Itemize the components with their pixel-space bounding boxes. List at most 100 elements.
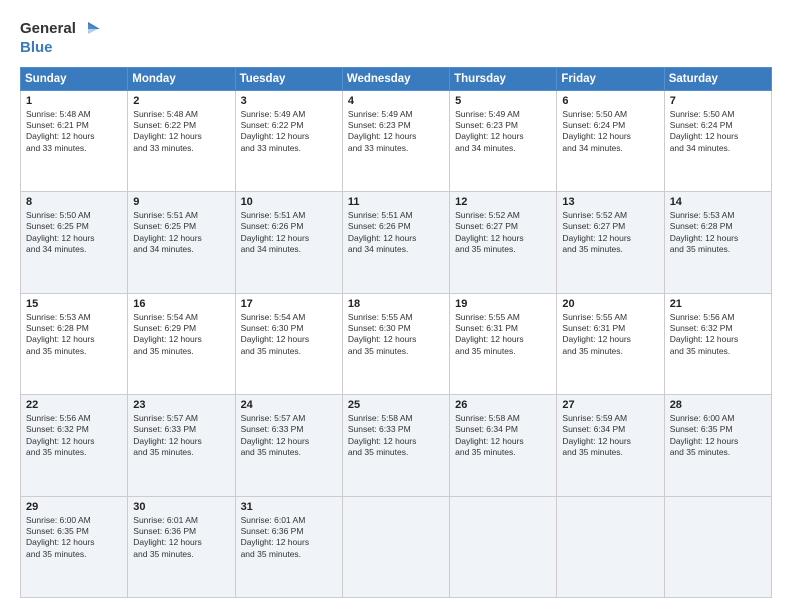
day-number: 19: [455, 298, 551, 310]
calendar-cell: 31Sunrise: 6:01 AM Sunset: 6:36 PM Dayli…: [235, 496, 342, 598]
day-info: Sunrise: 5:52 AM Sunset: 6:27 PM Dayligh…: [562, 210, 658, 256]
day-number: 7: [670, 95, 766, 107]
calendar-cell: 10 Sunrise: 5:51 AM Sunset: 6:26 PM Dayli…: [235, 192, 342, 294]
weekday-header-row: SundayMondayTuesdayWednesdayThursdayFrid…: [21, 67, 772, 90]
calendar-cell: 21 Sunrise: 5:56 AM Sunset: 6:32 PM Dayli…: [664, 293, 771, 395]
day-info: Sunrise: 5:49 AM Sunset: 6:23 PM Dayligh…: [455, 109, 551, 155]
day-number: 14: [670, 196, 766, 208]
calendar-cell: 13 Sunrise: 5:52 AM Sunset: 6:27 PM Dayli…: [557, 192, 664, 294]
logo-text-general: General: [20, 21, 76, 38]
day-number: 26: [455, 399, 551, 411]
calendar-cell: 19 Sunrise: 5:55 AM Sunset: 6:31 PM Dayli…: [450, 293, 557, 395]
weekday-header-wednesday: Wednesday: [342, 67, 449, 90]
day-number: 27: [562, 399, 658, 411]
day-info: Sunrise: 5:58 AM Sunset: 6:33 PM Dayligh…: [348, 413, 444, 459]
calendar-cell: 6 Sunrise: 5:50 AM Sunset: 6:24 PM Daylig…: [557, 90, 664, 192]
calendar-cell: 1 Sunrise: 5:48 AM Sunset: 6:21 PM Daylig…: [21, 90, 128, 192]
day-info: Sunrise: 5:56 AM Sunset: 6:32 PM Dayligh…: [670, 312, 766, 358]
calendar-cell: 15Sunrise: 5:53 AM Sunset: 6:28 PM Dayli…: [21, 293, 128, 395]
day-number: 11: [348, 196, 444, 208]
calendar-cell: 26 Sunrise: 5:58 AM Sunset: 6:34 PM Dayli…: [450, 395, 557, 497]
calendar-cell: 23Sunrise: 5:57 AM Sunset: 6:33 PM Dayli…: [128, 395, 235, 497]
calendar-cell: 2 Sunrise: 5:48 AM Sunset: 6:22 PM Daylig…: [128, 90, 235, 192]
day-info: Sunrise: 5:55 AM Sunset: 6:31 PM Dayligh…: [562, 312, 658, 358]
calendar-cell: [664, 496, 771, 598]
day-number: 6: [562, 95, 658, 107]
calendar-cell: 24Sunrise: 5:57 AM Sunset: 6:33 PM Dayli…: [235, 395, 342, 497]
weekday-header-sunday: Sunday: [21, 67, 128, 90]
day-info: Sunrise: 5:57 AM Sunset: 6:33 PM Dayligh…: [241, 413, 337, 459]
day-number: 30: [133, 501, 229, 513]
day-info: Sunrise: 5:49 AM Sunset: 6:23 PM Dayligh…: [348, 109, 444, 155]
calendar-cell: 16 Sunrise: 5:54 AM Sunset: 6:29 PM Dayli…: [128, 293, 235, 395]
day-info: Sunrise: 5:50 AM Sunset: 6:24 PM Dayligh…: [562, 109, 658, 155]
weekday-header-friday: Friday: [557, 67, 664, 90]
calendar-cell: 18 Sunrise: 5:55 AM Sunset: 6:30 PM Dayli…: [342, 293, 449, 395]
day-info: Sunrise: 5:51 AM Sunset: 6:26 PM Dayligh…: [241, 210, 337, 256]
day-info: Sunrise: 5:48 AM Sunset: 6:21 PM Dayligh…: [26, 109, 122, 155]
calendar-week-3: 15Sunrise: 5:53 AM Sunset: 6:28 PM Dayli…: [21, 293, 772, 395]
calendar-week-2: 8Sunrise: 5:50 AM Sunset: 6:25 PM Daylig…: [21, 192, 772, 294]
header: General Blue: [20, 18, 772, 57]
day-info: Sunrise: 5:51 AM Sunset: 6:25 PM Dayligh…: [133, 210, 229, 256]
calendar-cell: 20 Sunrise: 5:55 AM Sunset: 6:31 PM Dayli…: [557, 293, 664, 395]
day-number: 15: [26, 298, 122, 310]
calendar-cell: 25 Sunrise: 5:58 AM Sunset: 6:33 PM Dayli…: [342, 395, 449, 497]
calendar-cell: 14 Sunrise: 5:53 AM Sunset: 6:28 PM Dayli…: [664, 192, 771, 294]
day-number: 28: [670, 399, 766, 411]
day-number: 12: [455, 196, 551, 208]
day-number: 20: [562, 298, 658, 310]
day-info: Sunrise: 5:50 AM Sunset: 6:24 PM Dayligh…: [670, 109, 766, 155]
day-number: 9: [133, 196, 229, 208]
day-number: 13: [562, 196, 658, 208]
day-number: 10: [241, 196, 337, 208]
calendar-cell: 9 Sunrise: 5:51 AM Sunset: 6:25 PM Daylig…: [128, 192, 235, 294]
calendar-cell: 29Sunrise: 6:00 AM Sunset: 6:35 PM Dayli…: [21, 496, 128, 598]
day-number: 2: [133, 95, 229, 107]
calendar-week-1: 1 Sunrise: 5:48 AM Sunset: 6:21 PM Daylig…: [21, 90, 772, 192]
day-info: Sunrise: 6:00 AM Sunset: 6:35 PM Dayligh…: [26, 515, 122, 561]
day-info: Sunrise: 5:55 AM Sunset: 6:30 PM Dayligh…: [348, 312, 444, 358]
day-info: Sunrise: 5:49 AM Sunset: 6:22 PM Dayligh…: [241, 109, 337, 155]
calendar-cell: 3 Sunrise: 5:49 AM Sunset: 6:22 PM Daylig…: [235, 90, 342, 192]
calendar-cell: 27 Sunrise: 5:59 AM Sunset: 6:34 PM Dayli…: [557, 395, 664, 497]
page: General Blue SundayMondayTuesdayWednesda…: [0, 0, 792, 612]
calendar-week-4: 22 Sunrise: 5:56 AM Sunset: 6:32 PM Dayli…: [21, 395, 772, 497]
day-info: Sunrise: 5:54 AM Sunset: 6:29 PM Dayligh…: [133, 312, 229, 358]
calendar-cell: 30 Sunrise: 6:01 AM Sunset: 6:36 PM Dayli…: [128, 496, 235, 598]
calendar-table: SundayMondayTuesdayWednesdayThursdayFrid…: [20, 67, 772, 599]
day-info: Sunrise: 5:53 AM Sunset: 6:28 PM Dayligh…: [670, 210, 766, 256]
calendar-cell: 8Sunrise: 5:50 AM Sunset: 6:25 PM Daylig…: [21, 192, 128, 294]
day-number: 1: [26, 95, 122, 107]
day-number: 5: [455, 95, 551, 107]
logo-bird-icon: [78, 18, 100, 40]
day-number: 3: [241, 95, 337, 107]
logo-container: General Blue: [20, 18, 100, 57]
day-info: Sunrise: 5:51 AM Sunset: 6:26 PM Dayligh…: [348, 210, 444, 256]
day-number: 31: [241, 501, 337, 513]
calendar-cell: 11 Sunrise: 5:51 AM Sunset: 6:26 PM Dayli…: [342, 192, 449, 294]
calendar-cell: 28Sunrise: 6:00 AM Sunset: 6:35 PM Dayli…: [664, 395, 771, 497]
day-info: Sunrise: 5:56 AM Sunset: 6:32 PM Dayligh…: [26, 413, 122, 459]
day-info: Sunrise: 5:54 AM Sunset: 6:30 PM Dayligh…: [241, 312, 337, 358]
day-number: 21: [670, 298, 766, 310]
calendar-cell: 4 Sunrise: 5:49 AM Sunset: 6:23 PM Daylig…: [342, 90, 449, 192]
calendar-cell: 22 Sunrise: 5:56 AM Sunset: 6:32 PM Dayli…: [21, 395, 128, 497]
day-info: Sunrise: 6:01 AM Sunset: 6:36 PM Dayligh…: [133, 515, 229, 561]
day-number: 16: [133, 298, 229, 310]
day-info: Sunrise: 5:48 AM Sunset: 6:22 PM Dayligh…: [133, 109, 229, 155]
day-number: 8: [26, 196, 122, 208]
calendar-cell: 5 Sunrise: 5:49 AM Sunset: 6:23 PM Daylig…: [450, 90, 557, 192]
day-info: Sunrise: 5:59 AM Sunset: 6:34 PM Dayligh…: [562, 413, 658, 459]
weekday-header-saturday: Saturday: [664, 67, 771, 90]
calendar-cell: [342, 496, 449, 598]
calendar-cell: [450, 496, 557, 598]
day-info: Sunrise: 5:55 AM Sunset: 6:31 PM Dayligh…: [455, 312, 551, 358]
day-number: 18: [348, 298, 444, 310]
calendar-cell: 7 Sunrise: 5:50 AM Sunset: 6:24 PM Daylig…: [664, 90, 771, 192]
day-number: 22: [26, 399, 122, 411]
day-number: 25: [348, 399, 444, 411]
day-number: 4: [348, 95, 444, 107]
day-info: Sunrise: 5:58 AM Sunset: 6:34 PM Dayligh…: [455, 413, 551, 459]
calendar-cell: 12Sunrise: 5:52 AM Sunset: 6:27 PM Dayli…: [450, 192, 557, 294]
